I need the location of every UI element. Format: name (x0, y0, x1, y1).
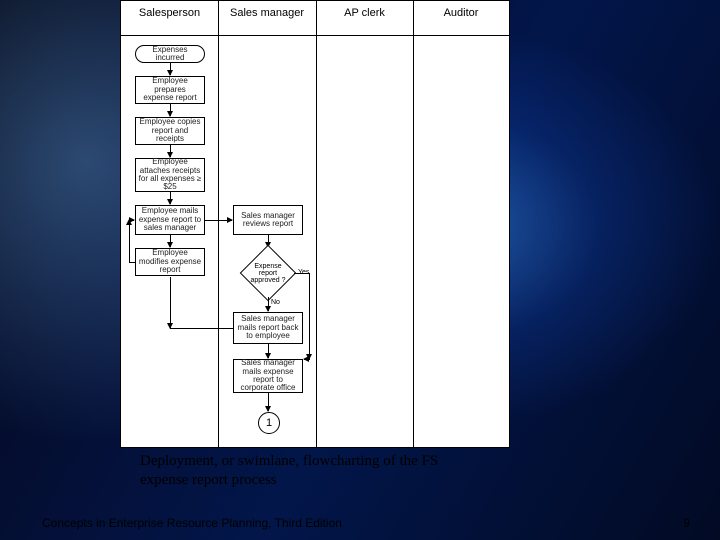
node-mail-corporate: Sales manager mails expense report to co… (233, 359, 303, 393)
arrow (129, 220, 130, 262)
page-number: 9 (683, 516, 690, 530)
arrow (170, 104, 171, 116)
decision-no-label: No (271, 299, 280, 306)
node-modify-report: Employee modifies expense report (135, 248, 205, 276)
header-separator (121, 35, 509, 36)
arrow (304, 359, 310, 360)
arrow-up (170, 277, 171, 328)
node-mail-to-manager: Employee mails expense report to sales m… (135, 205, 205, 235)
arrow (170, 235, 171, 247)
lane-header-ap-clerk: AP clerk (316, 7, 413, 19)
lane-header-auditor: Auditor (413, 7, 509, 19)
node-prepare-report: Employee prepares expense report (135, 76, 205, 104)
arrow (268, 344, 269, 358)
arrow (170, 145, 171, 157)
swimlane-diagram: Salesperson Sales manager AP clerk Audit… (120, 0, 510, 448)
lane-divider (316, 1, 317, 447)
node-manager-reviews: Sales manager reviews report (233, 205, 303, 235)
decision-approved: Expense report approved ? (240, 245, 296, 301)
arrow (170, 63, 171, 75)
node-attach-receipts: Employee attaches receipts for all expen… (135, 158, 205, 192)
lane-header-sales-manager: Sales manager (218, 7, 316, 19)
lane-divider (218, 1, 219, 447)
node-mail-back: Sales manager mails report back to emplo… (233, 312, 303, 344)
arrow (129, 220, 134, 221)
arrow (268, 393, 269, 411)
connector-1: 1 (258, 412, 280, 434)
node-expenses-incurred: Expenses incurred (135, 45, 205, 63)
decision-label: Expense report approved ? (240, 245, 296, 301)
lane-header-salesperson: Salesperson (121, 7, 218, 19)
node-copy-report: Employee copies report and receipts (135, 117, 205, 145)
connector-line (309, 273, 310, 359)
arrow (268, 297, 269, 311)
arrow (170, 192, 171, 204)
figure-caption: Deployment, or swimlane, flowcharting of… (140, 452, 470, 490)
footer-text: Concepts in Enterprise Resource Planning… (42, 516, 342, 530)
connector-line (170, 328, 233, 329)
lane-divider (413, 1, 414, 447)
arrow (205, 220, 232, 221)
connector-line (294, 273, 310, 274)
connector-line (129, 262, 135, 263)
